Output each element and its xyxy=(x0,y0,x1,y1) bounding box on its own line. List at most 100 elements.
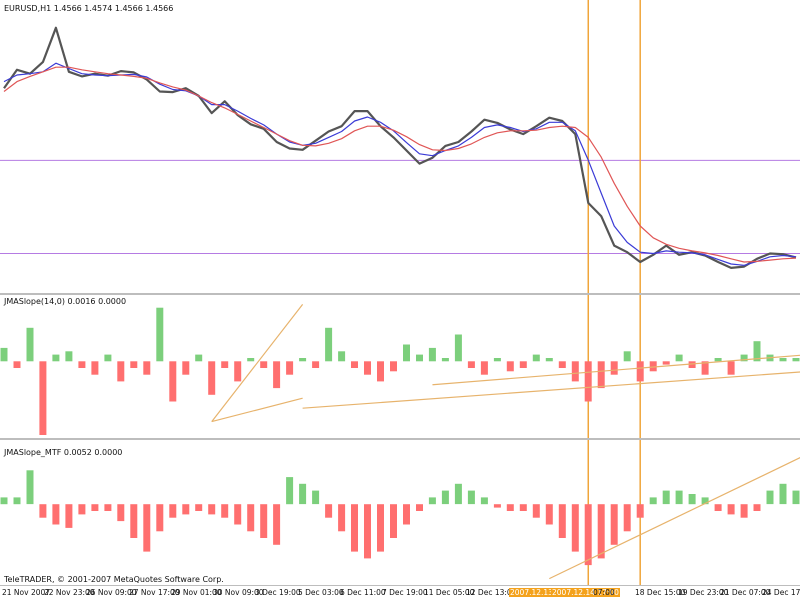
jmaslope-bar xyxy=(558,361,566,368)
jmaslope-mtf-bar xyxy=(506,504,514,511)
jmaslope-bar xyxy=(13,361,21,368)
jmaslope-bar xyxy=(493,358,501,362)
jmaslope-mtf-bar xyxy=(117,504,125,522)
jmaslope-mtf-bar xyxy=(766,490,774,505)
jmaslope-bar xyxy=(338,351,346,362)
jmaslope-bar xyxy=(610,361,618,375)
jmaslope-panel: JMASlope(14,0) 0.0016 0.0000 xyxy=(0,295,800,438)
jmaslope-mtf-bar xyxy=(519,504,527,511)
time-tick: 7 Dec 19:00 xyxy=(382,588,428,597)
jmaslope-bar xyxy=(480,361,488,375)
jmaslope-mtf-bar xyxy=(208,504,216,515)
jmaslope-bar xyxy=(545,358,553,362)
jmaslope-mtf-bar xyxy=(610,504,618,545)
jmaslope-bar xyxy=(428,347,436,362)
jmaslope-bar xyxy=(286,361,294,375)
jmaslope-mtf-bar xyxy=(480,497,488,505)
jmaslope-mtf-bar xyxy=(727,504,735,515)
jmaslope-mtf-panel: JMASlope_MTF 0.0052 0.0000 xyxy=(0,440,800,585)
jmaslope-bar xyxy=(416,354,423,362)
jmaslope-bar xyxy=(792,358,800,362)
jmaslope-mtf-bar xyxy=(571,504,579,552)
price-chart xyxy=(0,0,800,293)
jmaslope-bar xyxy=(636,361,644,382)
jmaslope-mtf-bar xyxy=(221,504,229,518)
time-tick: 6 Dec 11:00 xyxy=(340,588,386,597)
jmaslope-bar xyxy=(519,361,527,368)
jmaslope-bar xyxy=(208,361,216,395)
jmaslope-mtf-bar xyxy=(467,490,475,505)
jmaslope-mtf-bar xyxy=(428,497,436,505)
jmaslope-title: JMASlope(14,0) 0.0016 0.0000 xyxy=(4,297,127,306)
jmaslope-mtf-bar xyxy=(584,504,592,566)
jmaslope-bar xyxy=(169,361,177,402)
jmaslope-mtf-bar xyxy=(597,504,605,559)
jmaslope-mtf-bar xyxy=(26,470,34,505)
jmaslope-mtf-bar xyxy=(234,504,242,525)
time-tick: 3 Dec 19:00 xyxy=(255,588,301,597)
jmaslope-mtf-title: JMASlope_MTF 0.0052 0.0000 xyxy=(4,448,123,457)
time-tick: 07:00 xyxy=(593,588,615,597)
jmaslope-mtf-bar xyxy=(286,477,294,505)
jmaslope-mtf-bar xyxy=(753,504,761,511)
jmaslope-mtf-bar xyxy=(792,490,800,505)
jmaslope-bar xyxy=(390,361,397,372)
copyright-text: TeleTRADER, © 2001-2007 MetaQuotes Softw… xyxy=(4,575,224,584)
jmaslope-mtf-bar xyxy=(78,504,86,515)
jmaslope-bar xyxy=(325,327,333,362)
jmaslope-mtf-bar xyxy=(688,494,696,505)
jmaslope-bar xyxy=(260,361,268,368)
jmaslope-bar xyxy=(156,307,164,362)
jmaslope-mtf-bar xyxy=(312,490,320,505)
jmaslope-bar xyxy=(78,361,86,368)
jmaslope-bar xyxy=(623,351,631,362)
jmaslope-bar xyxy=(221,361,229,368)
jmaslope-bar xyxy=(403,344,410,362)
jmaslope-bar xyxy=(454,334,462,362)
jmaslope-mtf-bar xyxy=(662,490,670,505)
price-line xyxy=(3,26,797,269)
time-tick: 21 Nov 2007 xyxy=(2,588,51,597)
jmaslope-mtf-bar xyxy=(441,490,449,505)
jmaslope-bar xyxy=(39,361,47,435)
jmaslope-bar xyxy=(273,361,281,389)
jmaslope-mtf-bar xyxy=(299,483,307,505)
jmaslope-bar xyxy=(52,354,60,362)
jmaslope-mtf-bar xyxy=(104,504,112,511)
jmaslope-mtf-bar xyxy=(377,504,384,552)
jmaslope-bar xyxy=(727,361,735,375)
jmaslope-bar xyxy=(91,361,99,375)
jmaslope-mtf-bar xyxy=(182,504,190,515)
jmaslope-mtf-bar xyxy=(195,504,203,511)
jmaslope-mtf-bar xyxy=(169,504,177,518)
jmaslope-bar xyxy=(714,358,722,362)
price-panel: EURUSD,H1 1.4566 1.4574 1.4566 1.4566 xyxy=(0,0,800,293)
jmaslope-mtf-bar xyxy=(454,483,462,505)
jmaslope-mtf-bar xyxy=(740,504,748,518)
jmaslope-bar xyxy=(779,358,787,362)
jmaslope-mtf-bar xyxy=(143,504,151,552)
jmaslope-mtf-bar xyxy=(39,504,47,518)
jmaslope-mtf-bar xyxy=(273,504,281,545)
jmaslope-bar xyxy=(182,361,190,375)
jmaslope-bar xyxy=(299,358,307,362)
jmaslope-bar xyxy=(65,351,73,362)
jmaslope-bar xyxy=(662,361,670,365)
jmaslope-trendline-2 xyxy=(211,397,303,423)
time-axis: 21 Nov 2007 22 Nov 23:00 26 Nov 09:00 27 No… xyxy=(0,585,800,601)
jmaslope-mtf-bar xyxy=(351,504,358,552)
jmaslope-bar xyxy=(597,361,605,389)
jmaslope-bar xyxy=(104,354,112,362)
chart-title: EURUSD,H1 1.4566 1.4574 1.4566 1.4566 xyxy=(4,4,174,13)
jmaslope-mtf-bar xyxy=(532,504,540,518)
jmaslope-mtf-bar xyxy=(714,504,722,511)
slow-ma-line xyxy=(3,66,797,263)
jmaslope-bar xyxy=(195,354,203,362)
jmaslope-bar xyxy=(143,361,151,375)
jmaslope-bar xyxy=(0,347,8,362)
jmaslope-bar xyxy=(571,361,579,382)
jmaslope-mtf-bar xyxy=(403,504,410,525)
jmaslope-bar xyxy=(351,361,358,368)
jmaslope-mtf-bar xyxy=(52,504,60,525)
jmaslope-bar xyxy=(117,361,125,382)
